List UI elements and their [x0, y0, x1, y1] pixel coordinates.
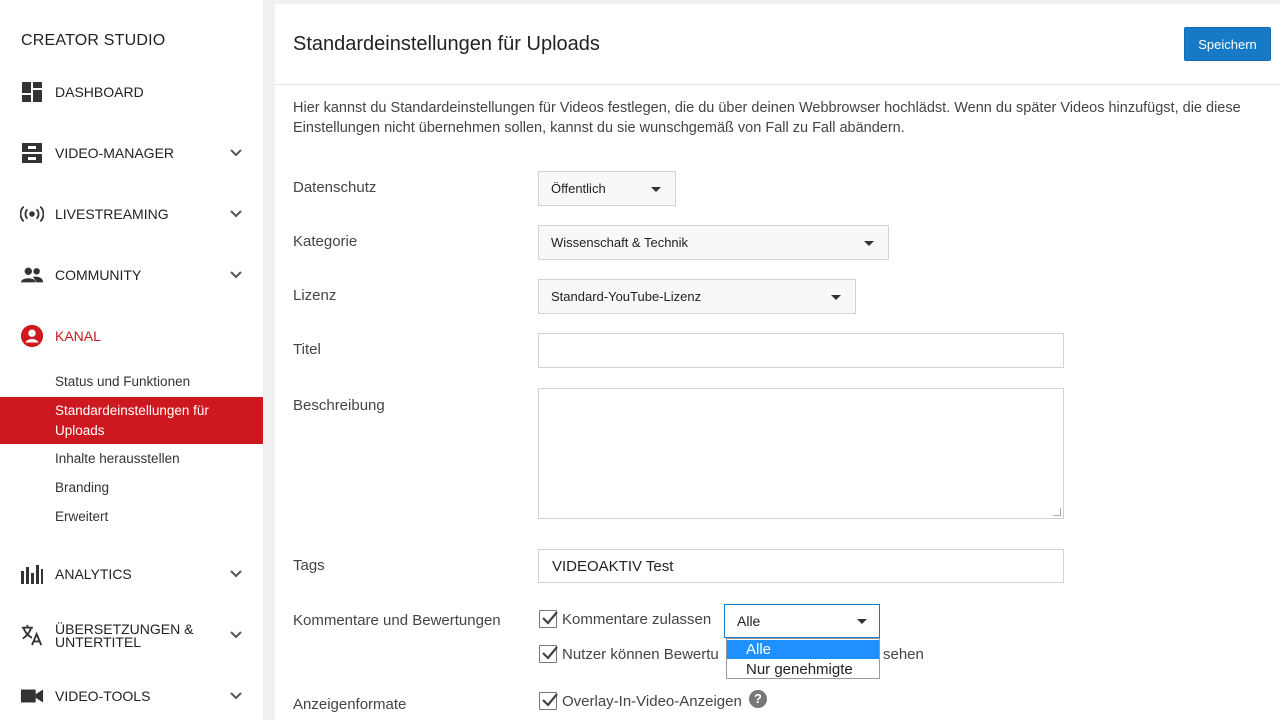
nav-analytics-label: ANALYTICS [55, 566, 132, 582]
page-header: Standardeinstellungen für Uploads Speich… [275, 4, 1280, 85]
description-textarea[interactable] [538, 388, 1064, 519]
nav-livestreaming-label: LIVESTREAMING [55, 206, 169, 222]
checkmark-icon [542, 646, 558, 660]
save-button[interactable]: Speichern [1184, 27, 1271, 61]
overlay-ads-label: Overlay-In-Video-Anzeigen [562, 693, 742, 710]
caret-down-icon [831, 295, 841, 300]
dropdown-option-all[interactable]: Alle [727, 640, 879, 659]
nav-video-tools[interactable]: VIDEO-TOOLS [0, 681, 263, 711]
license-select[interactable]: Standard-YouTube-Lizenz [538, 279, 856, 314]
checkmark-icon [542, 693, 558, 707]
sidebar: CREATOR STUDIO DASHBOARD VIDEO-MANAGER L… [0, 0, 263, 720]
nav-dashboard-label: DASHBOARD [55, 84, 144, 100]
nav-channel-label: KANAL [55, 328, 101, 344]
caret-down-icon [651, 187, 661, 192]
comments-label: Kommentare und Bewertungen [293, 612, 501, 629]
tags-label: Tags [293, 557, 325, 574]
studio-title: CREATOR STUDIO [21, 32, 166, 49]
chevron-down-icon[interactable] [229, 628, 243, 642]
nav-community[interactable]: COMMUNITY [0, 260, 263, 290]
privacy-select-value: Öffentlich [551, 181, 606, 196]
main-panel: Standardeinstellungen für Uploads Speich… [275, 4, 1280, 720]
community-icon [20, 263, 44, 287]
license-select-value: Standard-YouTube-Lizenz [551, 289, 702, 304]
resize-handle-icon[interactable] [1053, 508, 1061, 516]
checkmark-icon [542, 611, 558, 625]
video-manager-icon [20, 141, 44, 165]
chevron-down-icon[interactable] [229, 207, 243, 221]
overlay-ads-checkbox[interactable] [539, 692, 558, 710]
dropdown-option-approved[interactable]: Nur genehmigte [727, 660, 879, 679]
allow-comments-label: Kommentare zulassen [562, 611, 712, 628]
chevron-down-icon[interactable] [229, 689, 243, 703]
description-label: Beschreibung [293, 397, 385, 414]
nav-video-tools-label: VIDEO-TOOLS [55, 688, 151, 704]
caret-down-icon [857, 619, 867, 624]
subnav-upload-defaults[interactable]: Standardeinstellungen für Uploads [0, 397, 263, 444]
tags-input[interactable]: VIDEOAKTIV Test [538, 549, 1064, 583]
nav-dashboard[interactable]: DASHBOARD [0, 77, 263, 107]
ratings-checkbox[interactable] [539, 645, 558, 663]
subnav-status[interactable]: Status und Funktionen [55, 374, 190, 389]
comments-moderation-value: Alle [737, 613, 761, 629]
intro-text: Hier kannst du Standardeinstellungen für… [293, 100, 1241, 136]
chevron-down-icon[interactable] [229, 268, 243, 282]
help-icon[interactable]: ? [749, 690, 767, 708]
video-tools-icon [20, 684, 44, 708]
nav-video-manager[interactable]: VIDEO-MANAGER [0, 138, 263, 168]
channel-icon [20, 324, 44, 348]
title-input[interactable] [538, 333, 1064, 368]
comments-moderation-dropdown: Alle Nur genehmigte [726, 638, 880, 679]
subnav-branding[interactable]: Branding [55, 480, 109, 495]
nav-translations-label-line2: UNTERTITEL [55, 634, 142, 650]
subnav-upload-defaults-line2: Uploads [55, 423, 105, 438]
nav-translations[interactable]: ÜBERSETZUNGEN & UNTERTITEL [0, 620, 263, 650]
subnav-featured-content[interactable]: Inhalte herausstellen [55, 451, 180, 466]
ratings-label-part2: sehen [883, 646, 924, 663]
chevron-down-icon[interactable] [229, 146, 243, 160]
nav-community-label: COMMUNITY [55, 267, 142, 283]
category-select-value: Wissenschaft & Technik [551, 235, 689, 250]
translate-icon [20, 623, 44, 647]
dashboard-icon [20, 80, 44, 104]
nav-translations-label: ÜBERSETZUNGEN & UNTERTITEL [55, 622, 193, 650]
category-select[interactable]: Wissenschaft & Technik [538, 225, 889, 260]
chevron-down-icon[interactable] [229, 567, 243, 581]
nav-channel[interactable]: KANAL [0, 321, 263, 351]
analytics-icon [20, 562, 44, 586]
privacy-label: Datenschutz [293, 179, 377, 196]
subnav-upload-defaults-line1: Standardeinstellungen für [55, 403, 209, 418]
privacy-select[interactable]: Öffentlich [538, 171, 676, 206]
ads-label: Anzeigenformate [293, 696, 407, 713]
ratings-label-part1: Nutzer können Bewertu [562, 646, 719, 663]
comments-moderation-select[interactable]: Alle [724, 604, 880, 638]
caret-down-icon [864, 241, 874, 246]
category-label: Kategorie [293, 233, 358, 250]
nav-livestreaming[interactable]: LIVESTREAMING [0, 199, 263, 229]
allow-comments-checkbox[interactable] [539, 610, 558, 628]
subnav-advanced[interactable]: Erweitert [55, 509, 108, 524]
title-label: Titel [293, 341, 321, 358]
page-title: Standardeinstellungen für Uploads [293, 33, 600, 55]
license-label: Lizenz [293, 287, 337, 304]
nav-analytics[interactable]: ANALYTICS [0, 559, 263, 589]
nav-video-manager-label: VIDEO-MANAGER [55, 145, 175, 161]
livestream-icon [20, 202, 44, 226]
